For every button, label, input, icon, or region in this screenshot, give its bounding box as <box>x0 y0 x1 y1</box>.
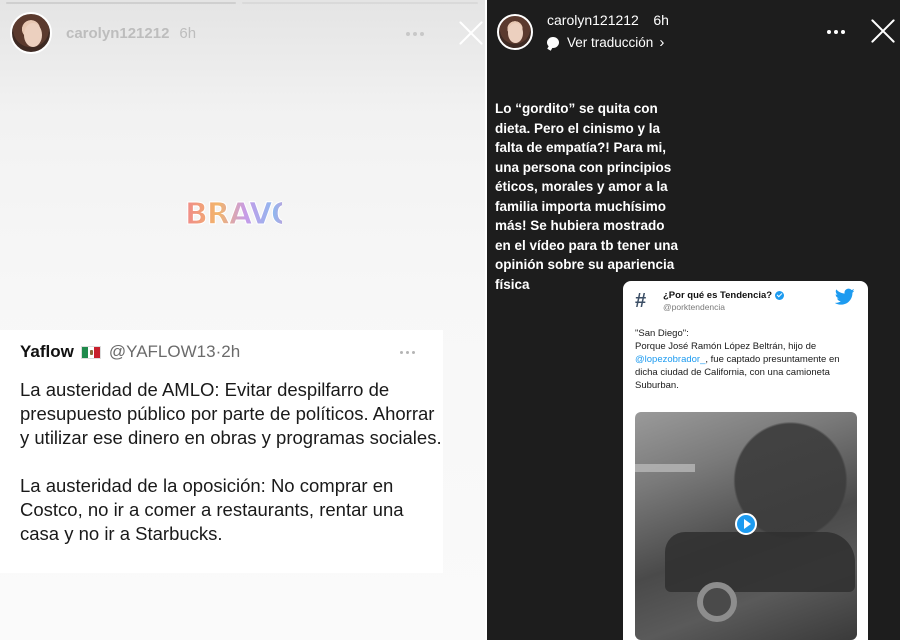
story-progress-bar <box>242 2 478 4</box>
embed-video-thumbnail <box>635 412 857 640</box>
hashtag-icon: # <box>635 290 647 312</box>
story-header: carolyn121212 6h <box>10 12 196 54</box>
translate-bubble-icon <box>547 37 559 48</box>
tweet-screenshot: Yaflow @YAFLOW13·2h La austeridad de AML… <box>0 330 443 573</box>
mexico-flag-icon <box>80 345 101 359</box>
left-story[interactable]: carolyn121212 6h BRAVO Yaflow @YAFLOW13·… <box>0 0 485 640</box>
story-progress-bar <box>6 2 236 4</box>
more-icon[interactable] <box>827 30 845 34</box>
story-caption: Lo “gordito” se quita con dieta. Pero el… <box>495 101 679 292</box>
story-time: 6h <box>653 12 669 28</box>
tweet-paragraph: La austeridad de AMLO: Evitar despilfarr… <box>20 379 442 448</box>
play-icon <box>735 513 757 535</box>
sticker-text: BRAVO <box>185 197 282 232</box>
see-translation-link[interactable]: Ver traducción › <box>547 34 669 51</box>
bravo-sticker: BRAVO <box>185 197 283 233</box>
tweet-body: La austeridad de AMLO: Evitar despilfarr… <box>20 378 443 546</box>
chevron-right-icon: › <box>659 34 665 51</box>
tweet-author-name: Yaflow <box>20 342 74 361</box>
verified-icon <box>775 291 785 300</box>
mention-link: @lopezobrador_ <box>635 354 706 365</box>
story-username[interactable]: carolyn121212 <box>66 25 169 42</box>
tweet-header: Yaflow @YAFLOW13·2h <box>20 342 443 362</box>
story-time: 6h <box>179 24 197 42</box>
embed-handle: @porktendencia <box>663 302 726 312</box>
embed-text: "San Diego": Porque José Ramón López Bel… <box>635 328 840 391</box>
story-header: carolyn121212 6h Ver traducción › <box>497 12 669 51</box>
embed-title: ¿Por qué es Tendencia? <box>663 290 785 301</box>
see-translation-label: Ver traducción <box>567 35 654 50</box>
tweet-more-icon <box>400 351 415 354</box>
story-username[interactable]: carolyn121212 <box>547 12 639 28</box>
close-icon[interactable] <box>458 20 484 46</box>
avatar[interactable] <box>10 12 52 54</box>
embedded-tweet-card: # ¿Por qué es Tendencia? @porktendencia … <box>623 281 868 640</box>
tweet-paragraph: La austeridad de la oposición: No compra… <box>20 475 404 544</box>
tweet-author-handle: @YAFLOW13·2h <box>108 342 241 361</box>
avatar[interactable] <box>497 13 533 50</box>
close-icon[interactable] <box>870 18 896 44</box>
more-icon[interactable] <box>406 32 424 36</box>
right-story[interactable]: carolyn121212 6h Ver traducción › Lo “go… <box>487 0 900 640</box>
embed-header: # ¿Por qué es Tendencia? @porktendencia <box>635 290 856 312</box>
twitter-bird-icon <box>835 288 855 305</box>
